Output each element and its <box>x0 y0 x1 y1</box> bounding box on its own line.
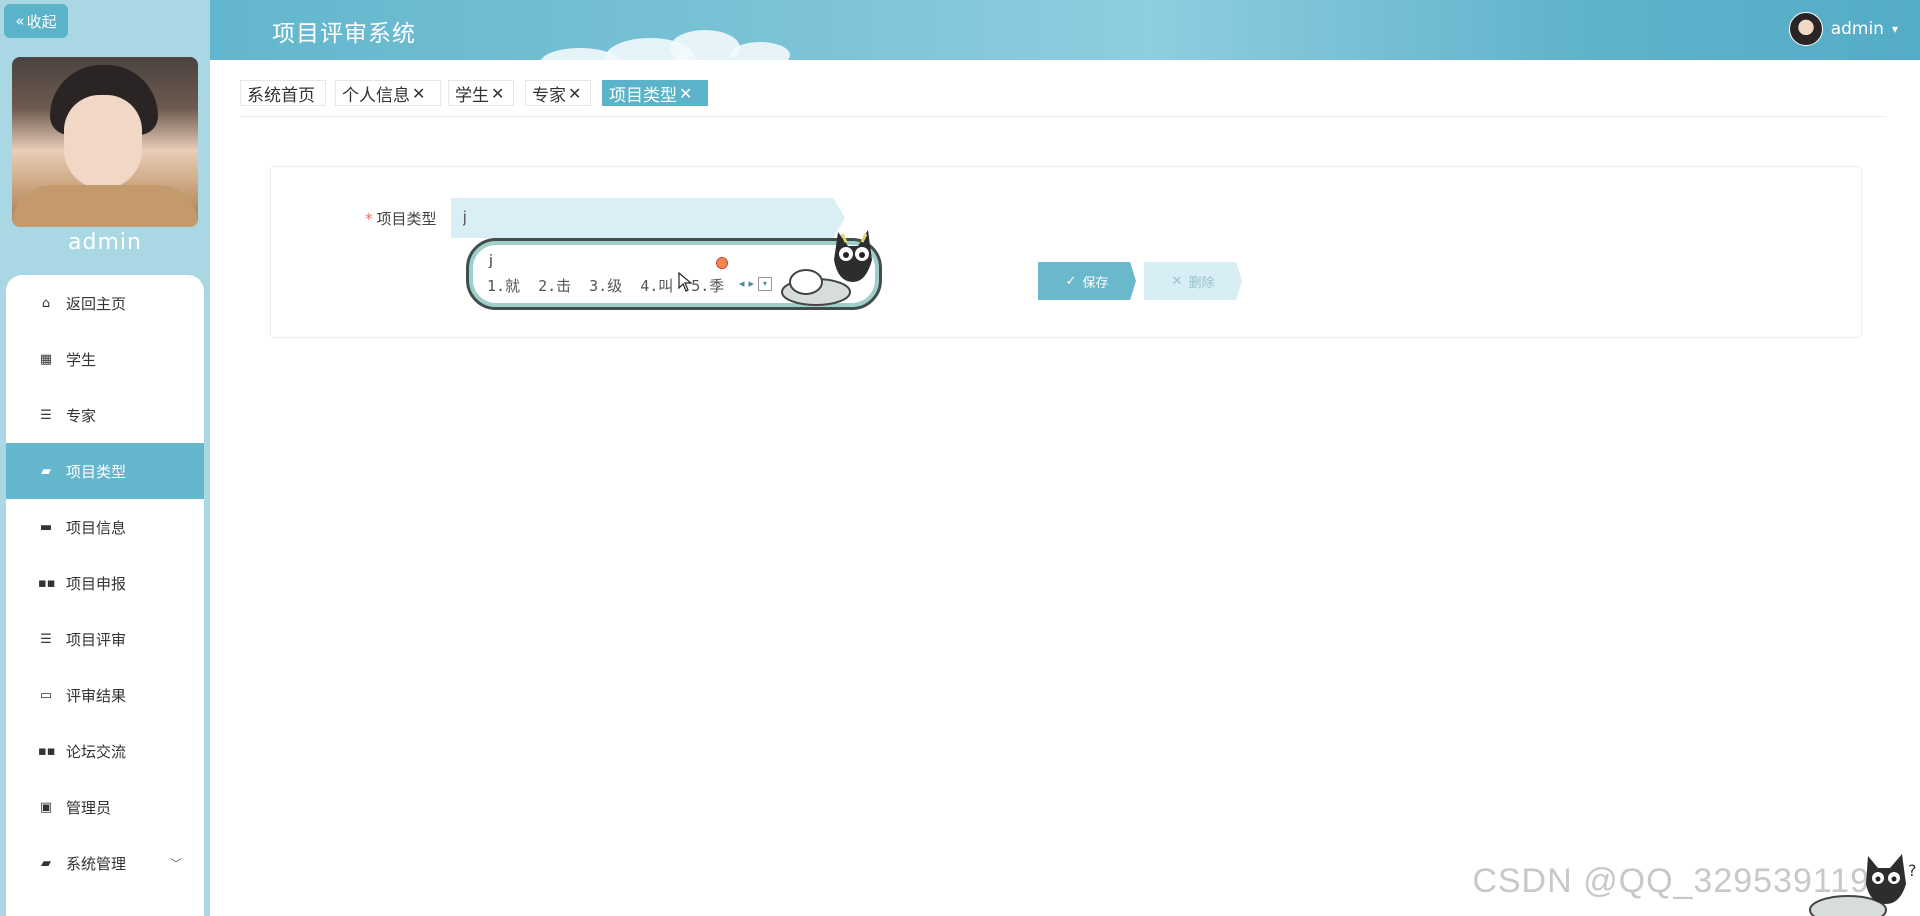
collapse-button[interactable]: « 收起 <box>4 4 68 38</box>
sidebar-item-review-result[interactable]: ▭ 评审结果 <box>6 667 204 723</box>
ime-candidate[interactable]: 2.击 <box>538 275 571 296</box>
sidebar-item-admin[interactable]: ▣ 管理员 <box>6 779 204 835</box>
sidebar-username: admin <box>68 230 142 255</box>
tab-label: 项目类型 <box>609 85 677 106</box>
sidebar-item-students[interactable]: ▦ 学生 <box>6 331 204 387</box>
close-icon[interactable]: ✕ <box>412 84 425 103</box>
briefcase-icon: ▰ <box>41 463 51 479</box>
sidebar-item-project-info[interactable]: ▬ 项目信息 <box>6 499 204 555</box>
chevron-down-icon: ▾ <box>1891 22 1898 36</box>
sidebar-item-experts[interactable]: ☰ 专家 <box>6 387 204 443</box>
tab-experts[interactable]: 专家 ✕ <box>525 80 591 106</box>
comment-icon: ▭ <box>39 687 53 703</box>
list-icon: ☰ <box>40 631 52 647</box>
delete-button[interactable]: ✕ 删除 <box>1144 262 1242 300</box>
avatar <box>1788 12 1823 46</box>
ime-candidate[interactable]: 3.级 <box>589 275 622 296</box>
sidebar-item-home[interactable]: ⌂ 返回主页 <box>6 275 204 331</box>
briefcase-icon: ▰ <box>41 855 51 871</box>
header-username: admin <box>1830 19 1884 39</box>
user-menu[interactable]: admin ▾ <box>1788 12 1898 46</box>
tab-label: 系统首页 <box>247 85 315 106</box>
collapse-label: 收起 <box>26 12 57 31</box>
tab-label: 专家 <box>532 85 566 106</box>
field-label: * 项目类型 <box>365 208 437 229</box>
page-title: 项目评审系统 <box>272 21 416 47</box>
ime-page-nav[interactable]: ◂ ▸ ▾ <box>739 277 773 291</box>
tab-label: 个人信息 <box>342 85 410 106</box>
sidebar-item-forum[interactable]: ▪▪ 论坛交流 <box>6 723 204 779</box>
sidebar-item-project-review[interactable]: ☰ 项目评审 <box>6 611 204 667</box>
arrow-left-icon[interactable]: ◂ <box>739 277 745 291</box>
sidebar-item-label: 论坛交流 <box>66 742 127 761</box>
ime-candidate[interactable]: 5.季 <box>691 275 724 296</box>
double-chevron-left-icon: « <box>15 12 25 30</box>
cat-mascot-icon <box>781 230 872 306</box>
clipboard-icon: ▣ <box>39 799 53 815</box>
header: 项目评审系统 admin ▾ <box>210 0 1920 60</box>
tab-label: 学生 <box>455 85 489 106</box>
ime-composition: j <box>489 253 493 269</box>
ime-candidate[interactable]: 1.就 <box>487 275 520 296</box>
apps-icon: ▪▪ <box>38 575 56 591</box>
avatar <box>12 57 198 227</box>
sidebar-item-project-type[interactable]: ▰ 项目类型 <box>6 443 204 499</box>
ime-status-icon <box>716 257 728 269</box>
ime-candidate[interactable]: 4.叫 <box>640 275 673 296</box>
tab-project-type[interactable]: 项目类型 ✕ <box>602 80 708 106</box>
close-icon[interactable]: ✕ <box>679 84 692 103</box>
arrow-right-icon[interactable]: ▸ <box>749 277 755 291</box>
sidebar-item-label: 学生 <box>66 350 97 369</box>
tab-home[interactable]: 系统首页 <box>240 80 326 106</box>
field-label-text: 项目类型 <box>376 210 437 228</box>
close-icon: ✕ <box>1171 273 1183 289</box>
tab-profile[interactable]: 个人信息 ✕ <box>335 80 441 106</box>
svg-text:?: ? <box>1908 861 1917 880</box>
save-button[interactable]: ✓ 保存 <box>1038 262 1136 300</box>
required-mark: * <box>365 210 373 228</box>
home-icon: ⌂ <box>41 295 51 311</box>
sidebar-item-label: 管理员 <box>66 798 112 817</box>
monitor-icon: ▬ <box>39 519 53 535</box>
sidebar-menu: ⌂ 返回主页 ▦ 学生 ☰ 专家 ▰ 项目类型 ▬ 项目信息 ▪▪ 项目申报 ☰… <box>6 275 204 916</box>
delete-label: 删除 <box>1188 275 1215 291</box>
sidebar-item-label: 系统管理 <box>66 854 127 873</box>
apps-icon: ▪▪ <box>38 743 56 759</box>
sidebar: « 收起 admin ⌂ 返回主页 ▦ 学生 ☰ 专家 ▰ 项目类型 ▬ 项目信… <box>0 0 210 916</box>
list-icon: ☰ <box>40 407 52 423</box>
sidebar-item-label: 项目申报 <box>66 574 127 593</box>
check-icon: ✓ <box>1065 273 1077 289</box>
sidebar-item-project-apply[interactable]: ▪▪ 项目申报 <box>6 555 204 611</box>
sidebar-item-label: 专家 <box>66 406 97 425</box>
sidebar-item-label: 项目类型 <box>66 462 127 481</box>
sidebar-item-label: 项目信息 <box>66 518 127 537</box>
dropdown-icon[interactable]: ▾ <box>758 277 773 291</box>
tab-students[interactable]: 学生 ✕ <box>448 80 514 106</box>
mouse-cursor-icon <box>678 272 693 292</box>
sidebar-item-label: 返回主页 <box>66 294 127 313</box>
chevron-down-icon: ﹀ <box>169 856 182 871</box>
save-label: 保存 <box>1082 275 1109 291</box>
close-icon[interactable]: ✕ <box>491 84 504 103</box>
tab-bar: 系统首页 个人信息 ✕ 学生 ✕ 专家 ✕ 项目类型 ✕ <box>240 78 1886 117</box>
sidebar-item-label: 评审结果 <box>66 686 127 705</box>
cat-mascot-icon: ? <box>1809 854 1917 916</box>
sidebar-item-label: 项目评审 <box>66 630 127 649</box>
sidebar-item-system-management[interactable]: ▰ 系统管理 ﹀ <box>6 835 204 891</box>
grid-icon: ▦ <box>39 351 53 367</box>
close-icon[interactable]: ✕ <box>568 84 581 103</box>
